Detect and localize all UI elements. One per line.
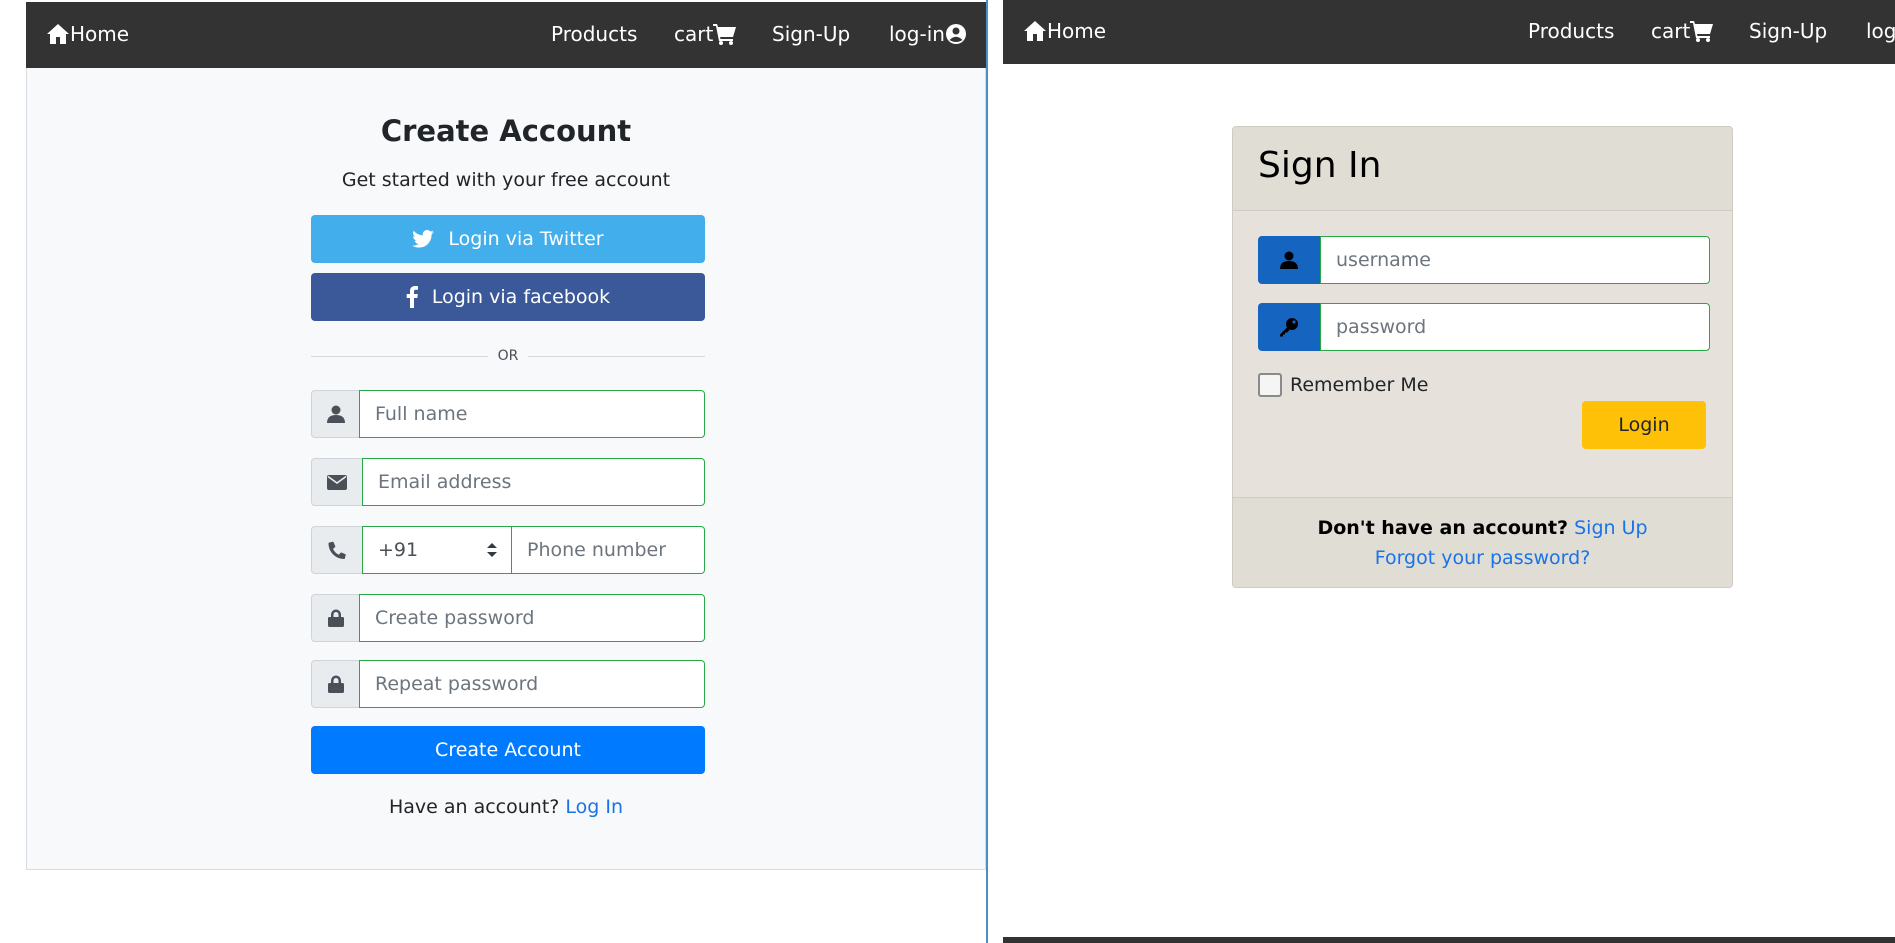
login-button[interactable]: Login	[1582, 401, 1706, 449]
twitter-icon	[412, 230, 435, 248]
create-account-button[interactable]: Create Account	[311, 726, 705, 774]
phone-icon	[311, 526, 362, 574]
country-code-select[interactable]: +91	[362, 526, 512, 574]
nav-cart-label: cart	[674, 22, 714, 46]
nav-signup-label: Sign-Up	[772, 22, 851, 46]
nav-login-link[interactable]: log-in	[889, 22, 967, 46]
or-label: OR	[497, 348, 519, 364]
email-input[interactable]: Email address	[362, 458, 705, 506]
sign-in-card: Sign In username password Remember Me Lo…	[1232, 126, 1733, 588]
remember-me-checkbox[interactable]	[1258, 373, 1282, 397]
create-account-page: Create Account Get started with your fre…	[26, 68, 986, 870]
login-link[interactable]: Log In	[565, 796, 623, 818]
country-code-value: +91	[378, 539, 419, 561]
password-input[interactable]: password	[1320, 303, 1710, 351]
left-navbar: Home Products cart Sign-Up log-in	[26, 2, 986, 68]
user-icon	[1258, 236, 1320, 284]
fullname-group: Full name	[311, 390, 705, 438]
divider-line	[311, 355, 488, 357]
nav-products-link[interactable]: Products	[1528, 19, 1614, 43]
phone-group: +91 Phone number	[311, 526, 705, 574]
lock-icon	[311, 594, 359, 642]
nav-home-link[interactable]: Home	[46, 22, 129, 46]
sign-in-card-footer: Don't have an account? Sign Up Forgot yo…	[1233, 497, 1732, 587]
nav-home-label: Home	[70, 22, 130, 46]
username-input[interactable]: username	[1320, 236, 1710, 284]
facebook-icon	[406, 286, 418, 308]
forgot-row: Forgot your password?	[1233, 547, 1732, 569]
window-divider	[986, 0, 988, 943]
nav-products-label: Products	[1528, 19, 1615, 43]
nav-home-link[interactable]: Home	[1023, 19, 1106, 43]
twitter-login-label: Login via Twitter	[448, 228, 604, 250]
password-input[interactable]: Create password	[359, 594, 705, 642]
right-navbar: Home Products cart Sign-Up log	[1003, 0, 1895, 64]
nav-signup-label: Sign-Up	[1749, 19, 1828, 43]
have-account-text: Have an account? Log In	[27, 796, 985, 818]
phone-input[interactable]: Phone number	[512, 526, 705, 574]
user-circle-icon	[945, 24, 966, 44]
divider-line	[528, 355, 705, 357]
nav-cart-label: cart	[1651, 19, 1691, 43]
sign-in-card-header: Sign In	[1233, 127, 1732, 211]
nav-signup-link[interactable]: Sign-Up	[772, 22, 850, 46]
nav-products-label: Products	[551, 22, 638, 46]
remember-me-row: Remember Me	[1258, 373, 1428, 397]
envelope-icon	[311, 458, 362, 506]
have-account-label: Have an account?	[388, 796, 560, 818]
repeat-password-group: Repeat password	[311, 660, 705, 708]
fullname-input[interactable]: Full name	[359, 390, 705, 438]
nav-cart-link[interactable]: cart	[1651, 19, 1714, 43]
home-icon	[47, 24, 69, 44]
password-group: Create password	[311, 594, 705, 642]
nav-products-link[interactable]: Products	[551, 22, 637, 46]
key-icon	[1258, 303, 1320, 351]
nav-login-label: log	[1866, 19, 1895, 43]
nav-login-label: log-in	[889, 22, 945, 46]
no-account-row: Don't have an account? Sign Up	[1233, 517, 1732, 539]
remember-me-label: Remember Me	[1290, 374, 1429, 396]
nav-login-link[interactable]: log	[1866, 19, 1895, 43]
cart-icon	[713, 24, 737, 45]
username-group: username	[1258, 236, 1710, 284]
facebook-login-button[interactable]: Login via facebook	[311, 273, 705, 321]
nav-home-label: Home	[1047, 19, 1107, 43]
select-arrows-icon	[487, 543, 497, 557]
sign-in-title: Sign In	[1258, 145, 1382, 186]
forgot-password-link[interactable]: Forgot your password?	[1375, 547, 1591, 569]
signup-link[interactable]: Sign Up	[1574, 517, 1647, 539]
no-account-label: Don't have an account?	[1317, 517, 1569, 539]
nav-cart-link[interactable]: cart	[674, 22, 737, 46]
user-icon	[311, 390, 359, 438]
bottom-bar	[1003, 937, 1895, 943]
cart-icon	[1690, 21, 1714, 42]
twitter-login-button[interactable]: Login via Twitter	[311, 215, 705, 263]
repeat-password-input[interactable]: Repeat password	[359, 660, 705, 708]
lock-icon	[311, 660, 359, 708]
or-divider: OR	[311, 346, 705, 366]
create-account-title: Create Account	[380, 114, 632, 148]
facebook-login-label: Login via facebook	[431, 286, 611, 308]
home-icon	[1024, 21, 1046, 41]
password-group: password	[1258, 303, 1710, 351]
email-group: Email address	[311, 458, 705, 506]
create-account-subtitle: Get started with your free account	[341, 169, 671, 191]
nav-signup-link[interactable]: Sign-Up	[1749, 19, 1827, 43]
